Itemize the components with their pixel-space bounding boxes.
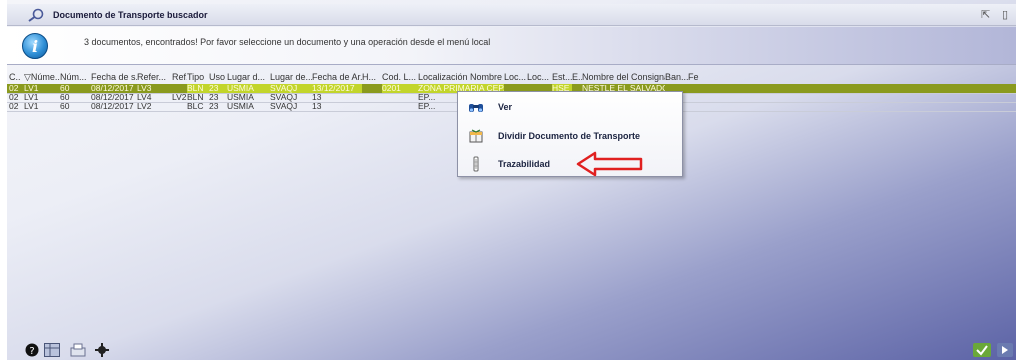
table-cell: LV1 — [24, 84, 39, 93]
red-arrow-annotation — [576, 151, 643, 177]
table-cell: LV2 — [137, 102, 152, 111]
table-cell: 60 — [60, 93, 70, 102]
table-cell: LV3 — [137, 84, 152, 93]
table-cell: SVAQJ — [270, 93, 298, 102]
table-cell — [362, 102, 382, 111]
table-cell: 23 — [209, 93, 219, 102]
table-cell: 02 — [9, 84, 19, 93]
menu-item-dividir[interactable]: Dividir Documento de Transporte — [458, 125, 682, 147]
table-cell: 60 — [60, 84, 70, 93]
context-menu: Ver Dividir Documento de Transporte Traz… — [457, 91, 683, 177]
table-cell: LV4 — [137, 93, 152, 102]
table-cell — [688, 93, 708, 102]
close-icon[interactable]: ▯ — [1002, 8, 1008, 21]
help-icon[interactable]: ? — [25, 343, 39, 357]
table-cell — [382, 93, 418, 102]
table-cell: 60 — [60, 102, 70, 111]
table-cell: LV2 — [172, 93, 187, 102]
table-cell: 08/12/2017 — [91, 93, 134, 102]
table-cell: BLN — [187, 93, 204, 102]
bottom-toolbar: ? — [7, 340, 1016, 360]
table-cell — [172, 102, 187, 111]
table-cell — [688, 102, 708, 111]
table-cell: USMIA — [227, 93, 254, 102]
grid-view-icon[interactable] — [44, 343, 60, 357]
info-icon: i — [22, 33, 48, 59]
table-cell: 13/12/2017 — [312, 84, 362, 93]
table-cell: BLC — [187, 102, 204, 111]
table-cell: 02 — [9, 102, 19, 111]
binoculars-icon — [469, 104, 483, 112]
settings-icon[interactable] — [95, 343, 109, 357]
table-cell: USMIA — [227, 84, 270, 93]
svg-text:?: ? — [29, 346, 34, 357]
table-cell — [362, 84, 382, 93]
document-search-window: Documento de Transporte buscador ⇱ ▯ i 3… — [7, 0, 1016, 360]
table-cell: SVAQJ — [270, 102, 298, 111]
table-cell: 23 — [209, 84, 227, 93]
split-document-icon — [469, 129, 483, 143]
table-cell: 08/12/2017 — [91, 84, 134, 93]
next-icon[interactable] — [997, 343, 1013, 357]
menu-item-label: Trazabilidad — [498, 159, 551, 169]
menu-item-label: Ver — [498, 102, 513, 112]
table-cell: 02 — [9, 93, 19, 102]
table-cell: 0201 — [382, 84, 418, 93]
search-magnifier-icon — [28, 8, 44, 22]
table-cell — [362, 93, 382, 102]
document-icon[interactable] — [70, 343, 86, 357]
table-cell — [172, 84, 187, 93]
table-cell: 23 — [209, 102, 219, 111]
window-title: Documento de Transporte buscador — [53, 10, 208, 20]
table-cell: 08/12/2017 — [91, 102, 134, 111]
table-cell: 13 — [312, 102, 322, 111]
table-cell — [382, 102, 418, 111]
table-cell: LV1 — [24, 102, 39, 111]
menu-item-ver[interactable]: Ver — [458, 96, 682, 118]
menu-item-trazabilidad[interactable]: Trazabilidad — [458, 153, 682, 175]
table-cell: LV1 — [24, 93, 39, 102]
restore-icon[interactable]: ⇱ — [981, 8, 990, 21]
table-cell: SVAQJ — [270, 84, 312, 93]
info-message: 3 documentos, encontrados! Por favor sel… — [84, 37, 491, 47]
table-cell — [688, 84, 708, 93]
menu-item-label: Dividir Documento de Transporte — [498, 131, 641, 141]
title-bar: Documento de Transporte buscador ⇱ ▯ — [7, 4, 1016, 26]
info-banner: i 3 documentos, encontrados! Por favor s… — [7, 27, 1016, 65]
traceability-icon — [473, 156, 479, 172]
confirm-icon[interactable] — [973, 343, 991, 357]
table-cell: USMIA — [227, 102, 254, 111]
table-cell: 13 — [312, 93, 322, 102]
table-cell: BLN — [187, 84, 209, 93]
